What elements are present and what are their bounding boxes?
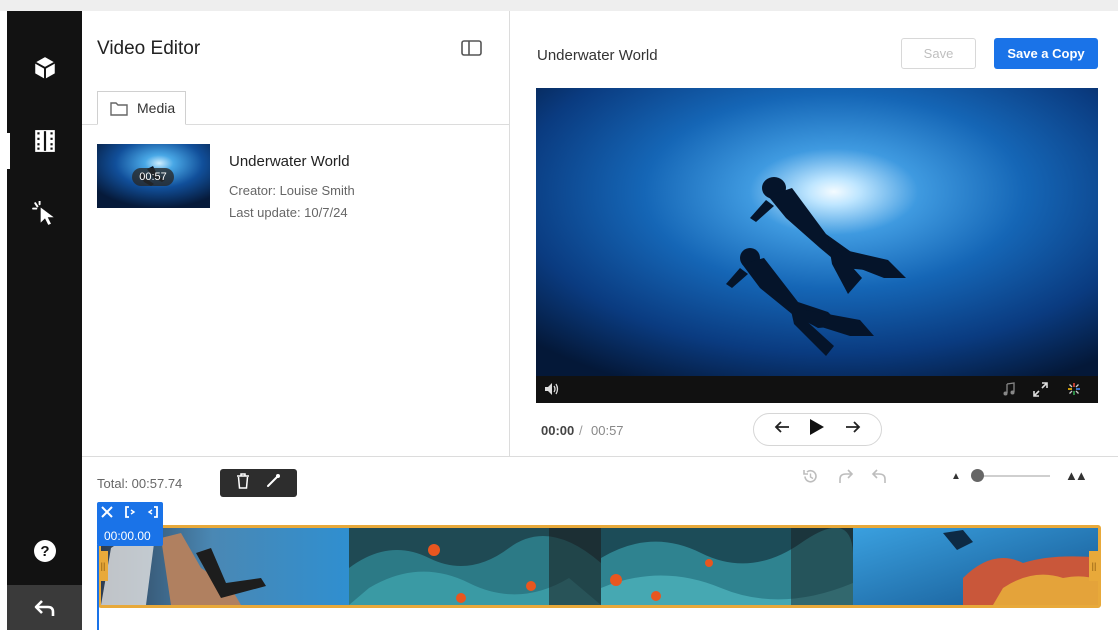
- playback-controls: [753, 413, 882, 446]
- clip-trim-handle-right[interactable]: ||: [1089, 551, 1099, 581]
- trash-icon: [237, 472, 249, 489]
- save-button[interactable]: Save: [901, 38, 976, 69]
- playhead-trim-end-button[interactable]: [147, 505, 159, 523]
- media-last-update: Last update: 10/7/24: [229, 205, 348, 220]
- playhead-marker[interactable]: 00:00.00: [97, 502, 163, 546]
- sidebar-item-cursor[interactable]: [7, 189, 82, 239]
- page-title: Video Editor: [97, 38, 201, 59]
- duration-badge: 00:57: [132, 168, 174, 186]
- video-player[interactable]: [536, 88, 1098, 403]
- media-title: Underwater World: [229, 153, 350, 170]
- redo-button[interactable]: [837, 468, 854, 490]
- undo-icon: [871, 469, 886, 483]
- playhead-time: 00:00.00: [104, 529, 151, 543]
- layout-toggle-button[interactable]: [461, 40, 482, 61]
- media-creator: Creator: Louise Smith: [229, 183, 355, 198]
- time-separator: /: [579, 423, 583, 438]
- clip-frame-4: [853, 528, 1098, 605]
- play-button[interactable]: [809, 418, 825, 441]
- undo-button[interactable]: [871, 468, 888, 490]
- timeline-divider: [82, 456, 1118, 457]
- media-panel: Video Editor Media 00:57 Underwater Worl…: [82, 11, 510, 456]
- tab-media-label: Media: [137, 100, 176, 116]
- folder-icon: [110, 101, 128, 116]
- clip-toolbar: [220, 469, 297, 497]
- timeline-total-duration: Total: 00:57.74: [97, 476, 183, 491]
- fullscreen-icon: [1033, 382, 1048, 397]
- arrow-right-icon: [846, 421, 861, 433]
- playhead-trim-start-button[interactable]: [124, 505, 136, 523]
- split-clip-button[interactable]: [266, 473, 281, 493]
- film-icon: [34, 130, 55, 152]
- sparkle-icon: [1068, 383, 1080, 395]
- volume-icon: [545, 383, 559, 395]
- playhead-cut-button[interactable]: [101, 505, 113, 523]
- wand-icon: [267, 474, 280, 487]
- current-time: 00:00: [541, 423, 575, 438]
- player-controls-bar: [536, 376, 1098, 403]
- page-top-bar: [0, 0, 1118, 11]
- sidebar-item-cube[interactable]: [7, 43, 82, 93]
- zoom-slider-handle[interactable]: [971, 469, 984, 482]
- preview-panel: Underwater World Save Save a Copy 00:00 …: [510, 11, 1118, 456]
- cube-icon: [34, 57, 55, 79]
- music-note-icon: [1003, 382, 1015, 396]
- timeline-clip[interactable]: [98, 525, 1101, 608]
- media-thumbnail[interactable]: 00:57: [97, 144, 210, 208]
- delete-clip-button[interactable]: [236, 472, 250, 494]
- svg-text:?: ?: [40, 543, 49, 560]
- back-button[interactable]: [7, 585, 82, 630]
- save-copy-button[interactable]: Save a Copy: [994, 38, 1098, 69]
- previous-frame-button[interactable]: [774, 420, 790, 439]
- clip-frame-3: [601, 528, 853, 605]
- help-icon: ?: [33, 540, 56, 562]
- playhead-line[interactable]: [97, 545, 99, 630]
- video-frame: [536, 88, 1098, 376]
- next-frame-button[interactable]: [845, 420, 861, 439]
- video-title: Underwater World: [537, 47, 658, 64]
- split-layout-icon: [461, 40, 482, 56]
- sidebar: ?: [7, 11, 82, 630]
- volume-button[interactable]: [544, 382, 560, 401]
- play-icon: [810, 419, 825, 435]
- cursor-click-icon: [31, 201, 54, 225]
- clip-frame-2: [349, 528, 601, 605]
- media-list-item[interactable]: 00:57 Underwater World Creator: Louise S…: [97, 144, 497, 220]
- help-button[interactable]: ?: [7, 526, 82, 576]
- redo-icon: [839, 469, 854, 483]
- scissors-icon: [101, 506, 113, 518]
- reset-button[interactable]: [802, 468, 819, 490]
- fullscreen-button[interactable]: [1033, 382, 1048, 402]
- history-icon: [803, 469, 817, 483]
- back-arrow-icon: [34, 599, 54, 616]
- tab-media[interactable]: Media: [97, 91, 186, 125]
- effects-button[interactable]: [1067, 382, 1081, 401]
- sidebar-item-film[interactable]: [7, 116, 82, 166]
- bracket-right-icon: [147, 506, 158, 518]
- zoom-slider-track[interactable]: [977, 475, 1050, 477]
- total-time: 00:57: [591, 423, 624, 438]
- zoom-out-icon[interactable]: ▲: [951, 471, 961, 482]
- arrow-left-icon: [774, 421, 789, 433]
- clip-trim-handle-left[interactable]: ||: [98, 551, 108, 581]
- zoom-in-icon[interactable]: ▲▲: [1065, 468, 1088, 483]
- music-button[interactable]: [1002, 382, 1016, 401]
- bracket-left-icon: [125, 506, 136, 518]
